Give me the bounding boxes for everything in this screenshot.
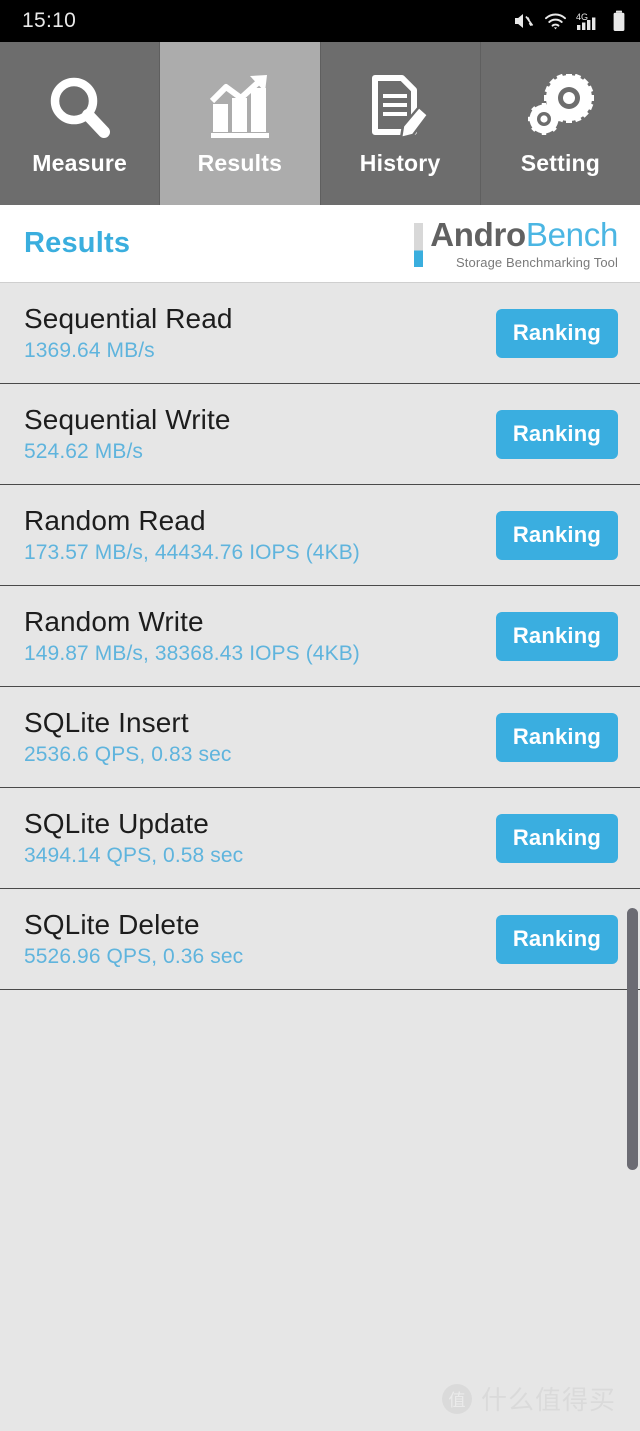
result-name: Random Write <box>24 606 204 638</box>
androbench-logo: AndroBench Storage Benchmarking Tool <box>414 218 618 270</box>
result-name: SQLite Update <box>24 808 209 840</box>
tab-measure[interactable]: Measure <box>0 42 161 205</box>
result-name: Sequential Write <box>24 404 231 436</box>
watermark: 值 什么值得买 <box>441 1380 616 1417</box>
gears-icon <box>525 70 595 146</box>
watermark-text: 什么值得买 <box>480 1386 616 1416</box>
result-info: Random Write 149.87 MB/s, 38368.43 IOPS … <box>24 606 360 665</box>
battery-icon <box>612 10 626 32</box>
logo-text-group: AndroBench Storage Benchmarking Tool <box>430 218 618 270</box>
result-value: 3494.14 QPS, 0.58 sec <box>24 843 244 867</box>
result-info: Sequential Write 524.62 MB/s <box>24 404 231 463</box>
results-list: Sequential Read 1369.64 MB/s Ranking Seq… <box>0 283 640 990</box>
document-pencil-icon <box>367 70 433 146</box>
tab-setting[interactable]: Setting <box>480 42 640 205</box>
svg-text:4G: 4G <box>576 12 588 22</box>
result-name: SQLite Delete <box>24 909 200 941</box>
tab-setting-label: Setting <box>520 150 601 176</box>
table-row[interactable]: Random Read 173.57 MB/s, 44434.76 IOPS (… <box>0 485 640 586</box>
tab-results[interactable]: Results <box>160 42 321 205</box>
logo-bar-icon <box>414 222 424 267</box>
ranking-button[interactable]: Ranking <box>495 712 618 762</box>
result-value: 149.87 MB/s, 38368.43 IOPS (4KB) <box>24 641 360 665</box>
result-info: Sequential Read 1369.64 MB/s <box>24 303 233 362</box>
ranking-button[interactable]: Ranking <box>495 813 618 863</box>
table-row[interactable]: Sequential Write 524.62 MB/s Ranking <box>0 384 640 485</box>
watermark-badge-icon: 值 <box>441 1383 472 1414</box>
tab-history[interactable]: History <box>320 42 481 205</box>
mute-icon <box>513 11 535 31</box>
result-value: 5526.96 QPS, 0.36 sec <box>24 944 244 968</box>
table-row[interactable]: SQLite Delete 5526.96 QPS, 0.36 sec Rank… <box>0 889 640 990</box>
bar-chart-trend-icon <box>205 70 275 146</box>
result-info: SQLite Insert 2536.6 QPS, 0.83 sec <box>24 707 231 766</box>
table-row[interactable]: Sequential Read 1369.64 MB/s Ranking <box>0 283 640 384</box>
result-value: 1369.64 MB/s <box>24 338 155 362</box>
wifi-icon <box>544 11 567 31</box>
main-tab-bar: Measure Results History Setting <box>0 42 640 205</box>
magnifier-icon <box>47 70 113 146</box>
result-value: 2536.6 QPS, 0.83 sec <box>24 742 232 766</box>
result-name: Random Read <box>24 505 206 537</box>
table-row[interactable]: SQLite Insert 2536.6 QPS, 0.83 sec Ranki… <box>0 687 640 788</box>
result-name: SQLite Insert <box>24 707 189 739</box>
table-row[interactable]: Random Write 149.87 MB/s, 38368.43 IOPS … <box>0 586 640 687</box>
page-title: Results <box>24 227 131 259</box>
result-value: 524.62 MB/s <box>24 439 143 463</box>
scrollbar-track[interactable] <box>627 283 640 1383</box>
page-header: Results AndroBench Storage Benchmarking … <box>0 205 640 283</box>
ranking-button[interactable]: Ranking <box>495 914 618 964</box>
4g-signal-icon: 4G <box>576 11 603 31</box>
tab-results-label: Results <box>197 150 283 176</box>
logo-wordmark: AndroBench <box>430 218 618 251</box>
status-time: 15:10 <box>22 9 77 32</box>
table-row[interactable]: SQLite Update 3494.14 QPS, 0.58 sec Rank… <box>0 788 640 889</box>
scrollbar-thumb[interactable] <box>627 908 638 1170</box>
ranking-button[interactable]: Ranking <box>495 308 618 358</box>
tab-measure-label: Measure <box>32 150 127 176</box>
result-value: 173.57 MB/s, 44434.76 IOPS (4KB) <box>24 540 360 564</box>
result-info: SQLite Update 3494.14 QPS, 0.58 sec <box>24 808 243 867</box>
logo-andro: Andro <box>430 215 526 253</box>
status-icons-group: 4G <box>513 10 626 32</box>
ranking-button[interactable]: Ranking <box>495 510 618 560</box>
result-info: Random Read 173.57 MB/s, 44434.76 IOPS (… <box>24 505 360 564</box>
logo-tagline: Storage Benchmarking Tool <box>456 254 618 270</box>
app-root: 15:10 4G Measure Results History Setting… <box>0 0 640 1431</box>
tab-history-label: History <box>359 150 441 176</box>
result-info: SQLite Delete 5526.96 QPS, 0.36 sec <box>24 909 243 968</box>
ranking-button[interactable]: Ranking <box>495 409 618 459</box>
result-name: Sequential Read <box>24 303 233 335</box>
ranking-button[interactable]: Ranking <box>495 611 618 661</box>
status-bar: 15:10 4G <box>0 0 640 42</box>
logo-bench: Bench <box>525 215 618 253</box>
